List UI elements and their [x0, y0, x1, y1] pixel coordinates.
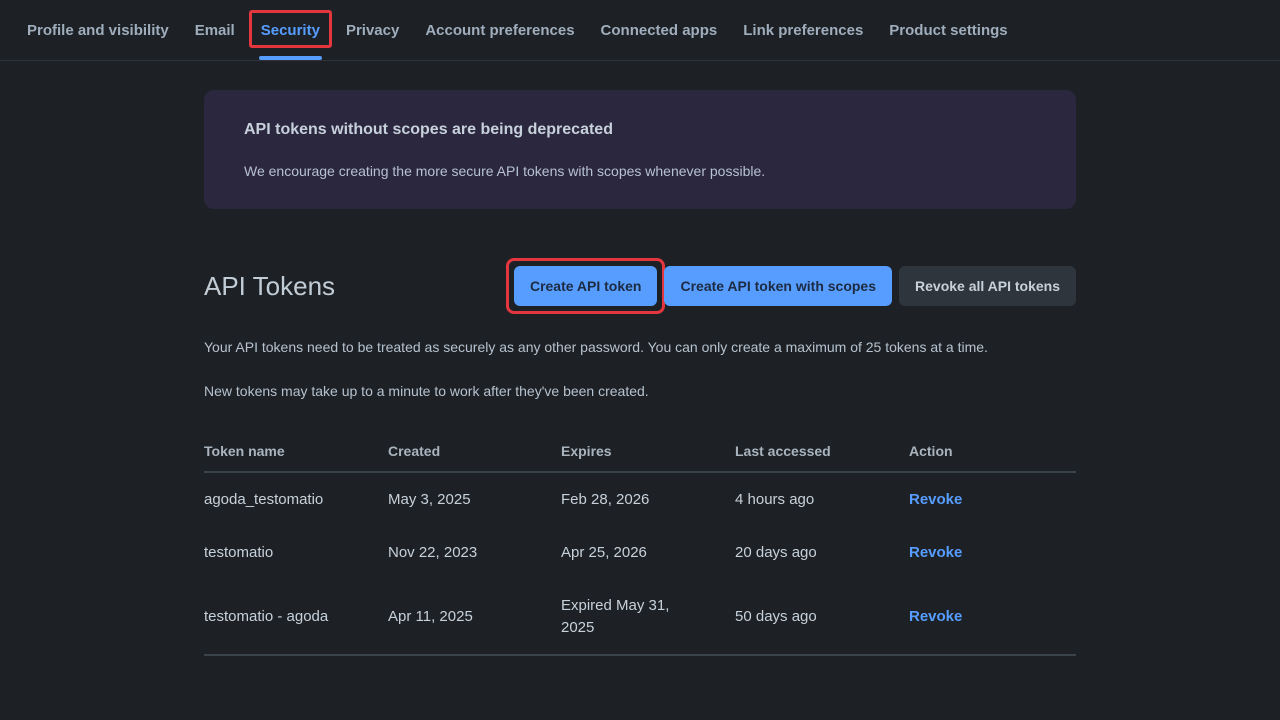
api-token-actions: Create API token Create API token with s… [514, 266, 1076, 306]
revoke-link[interactable]: Revoke [909, 544, 962, 561]
column-header-last-accessed: Last accessed [735, 443, 909, 472]
nav-item-label: Profile and visibility [27, 22, 169, 39]
token-name-cell: testomatio - agoda [204, 579, 388, 655]
api-tokens-section-head: API Tokens Create API token Create API t… [204, 266, 1076, 306]
revoke-link[interactable]: Revoke [909, 608, 962, 625]
expires-cell: Apr 25, 2026 [561, 526, 735, 579]
column-header-created: Created [388, 443, 561, 472]
annotation-red-box: Create API token [506, 258, 666, 314]
nav-item-label: Link preferences [743, 22, 863, 39]
api-tokens-description: Your API tokens need to be treated as se… [204, 336, 989, 402]
nav-item-label: Connected apps [601, 22, 718, 39]
security-settings-content: API tokens without scopes are being depr… [204, 90, 1076, 656]
created-cell: Apr 11, 2025 [388, 579, 561, 655]
nav-item-account-preferences[interactable]: Account preferences [425, 0, 574, 60]
nav-item-privacy[interactable]: Privacy [346, 0, 399, 60]
nav-item-profile-and-visibility[interactable]: Profile and visibility [27, 0, 169, 60]
nav-item-label: Privacy [346, 22, 399, 39]
description-paragraph-2: New tokens may take up to a minute to wo… [204, 380, 989, 402]
table-header-row: Token name Created Expires Last accessed… [204, 443, 1076, 472]
banner-title: API tokens without scopes are being depr… [244, 121, 1036, 139]
nav-item-connected-apps[interactable]: Connected apps [601, 0, 718, 60]
deprecation-banner: API tokens without scopes are being depr… [204, 90, 1076, 209]
nav-item-security[interactable]: Security [261, 0, 320, 60]
nav-item-label: Product settings [889, 22, 1007, 39]
table-row: testomatio - agoda Apr 11, 2025 Expired … [204, 579, 1076, 655]
expires-cell: Feb 28, 2026 [561, 472, 735, 526]
api-tokens-table: Token name Created Expires Last accessed… [204, 443, 1076, 656]
last-accessed-cell: 50 days ago [735, 579, 909, 655]
last-accessed-cell: 4 hours ago [735, 472, 909, 526]
create-api-token-with-scopes-button[interactable]: Create API token with scopes [664, 266, 892, 306]
column-header-action: Action [909, 443, 1076, 472]
column-header-expires: Expires [561, 443, 735, 472]
page-title: API Tokens [204, 271, 514, 302]
nav-item-label: Email [195, 22, 235, 39]
nav-item-product-settings[interactable]: Product settings [889, 0, 1007, 60]
expires-cell: Expired May 31, 2025 [561, 579, 735, 655]
revoke-link[interactable]: Revoke [909, 491, 962, 508]
nav-item-label: Security [261, 22, 320, 39]
nav-item-label: Account preferences [425, 22, 574, 39]
token-name-cell: testomatio [204, 526, 388, 579]
banner-message: We encourage creating the more secure AP… [244, 163, 1036, 179]
settings-nav: Profile and visibility Email Security Pr… [0, 0, 1280, 61]
created-cell: May 3, 2025 [388, 472, 561, 526]
last-accessed-cell: 20 days ago [735, 526, 909, 579]
nav-item-email[interactable]: Email [195, 0, 235, 60]
revoke-all-api-tokens-button[interactable]: Revoke all API tokens [899, 266, 1076, 306]
description-paragraph-1: Your API tokens need to be treated as se… [204, 336, 989, 358]
table-row: testomatio Nov 22, 2023 Apr 25, 2026 20 … [204, 526, 1076, 579]
table-row: agoda_testomatio May 3, 2025 Feb 28, 202… [204, 472, 1076, 526]
created-cell: Nov 22, 2023 [388, 526, 561, 579]
nav-item-link-preferences[interactable]: Link preferences [743, 0, 863, 60]
create-api-token-button[interactable]: Create API token [514, 266, 658, 306]
token-name-cell: agoda_testomatio [204, 472, 388, 526]
column-header-token-name: Token name [204, 443, 388, 472]
